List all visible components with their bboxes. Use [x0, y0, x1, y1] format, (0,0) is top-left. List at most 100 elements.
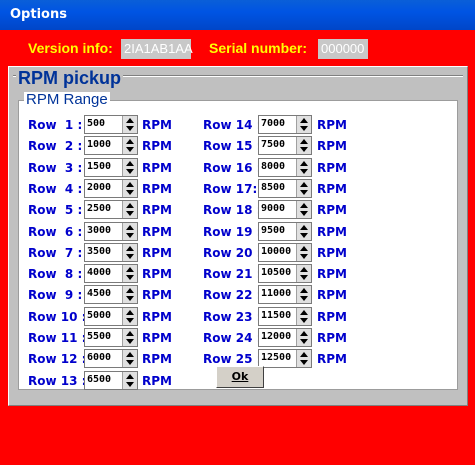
spinner-buttons[interactable] [296, 265, 311, 282]
spin-up-icon[interactable] [126, 203, 134, 208]
spinner-buttons[interactable] [122, 159, 137, 176]
rpm-value-spinner[interactable]: 12500 [258, 349, 312, 368]
spin-down-icon[interactable] [126, 190, 134, 195]
spin-down-icon[interactable] [126, 147, 134, 152]
rpm-value[interactable]: 9000 [261, 203, 285, 214]
rpm-value-spinner[interactable]: 9000 [258, 200, 312, 219]
rpm-value[interactable]: 12500 [261, 352, 291, 363]
rpm-value[interactable]: 3000 [87, 225, 111, 236]
spinner-buttons[interactable] [122, 116, 137, 133]
rpm-value[interactable]: 6500 [87, 374, 111, 385]
rpm-value-spinner[interactable]: 9500 [258, 222, 312, 241]
spin-up-icon[interactable] [126, 352, 134, 357]
spinner-buttons[interactable] [122, 308, 137, 325]
rpm-value-spinner[interactable]: 10500 [258, 264, 312, 283]
rpm-value-spinner[interactable]: 7500 [258, 136, 312, 155]
rpm-value[interactable]: 1500 [87, 161, 111, 172]
rpm-value[interactable]: 4500 [87, 288, 111, 299]
spin-down-icon[interactable] [126, 169, 134, 174]
rpm-value[interactable]: 1000 [87, 139, 111, 150]
spinner-buttons[interactable] [296, 244, 311, 261]
spin-up-icon[interactable] [126, 374, 134, 379]
spin-down-icon[interactable] [300, 147, 308, 152]
spinner-buttons[interactable] [296, 159, 311, 176]
spin-up-icon[interactable] [300, 267, 308, 272]
rpm-value-spinner[interactable]: 2000 [84, 179, 138, 198]
spinner-buttons[interactable] [122, 244, 137, 261]
rpm-value[interactable]: 9500 [261, 225, 285, 236]
rpm-value-spinner[interactable]: 1500 [84, 158, 138, 177]
spinner-buttons[interactable] [296, 308, 311, 325]
rpm-value-spinner[interactable]: 4000 [84, 264, 138, 283]
spinner-buttons[interactable] [296, 223, 311, 240]
rpm-value-spinner[interactable]: 8000 [258, 158, 312, 177]
spin-down-icon[interactable] [126, 254, 134, 259]
spin-down-icon[interactable] [126, 382, 134, 387]
spinner-buttons[interactable] [122, 137, 137, 154]
rpm-value-spinner[interactable]: 6500 [84, 371, 138, 390]
spinner-buttons[interactable] [122, 350, 137, 367]
spin-down-icon[interactable] [300, 126, 308, 131]
spin-down-icon[interactable] [300, 360, 308, 365]
spin-down-icon[interactable] [300, 296, 308, 301]
rpm-value-spinner[interactable]: 5500 [84, 328, 138, 347]
title-bar[interactable]: Options [0, 0, 475, 30]
spin-down-icon[interactable] [300, 211, 308, 216]
rpm-value-spinner[interactable]: 3000 [84, 222, 138, 241]
spin-down-icon[interactable] [300, 339, 308, 344]
spinner-buttons[interactable] [296, 180, 311, 197]
rpm-value[interactable]: 8000 [261, 161, 285, 172]
spin-up-icon[interactable] [126, 267, 134, 272]
spinner-buttons[interactable] [122, 372, 137, 389]
spin-up-icon[interactable] [300, 331, 308, 336]
spin-up-icon[interactable] [300, 118, 308, 123]
rpm-value[interactable]: 7000 [261, 118, 285, 129]
spin-down-icon[interactable] [126, 233, 134, 238]
rpm-value[interactable]: 5500 [87, 331, 111, 342]
spin-up-icon[interactable] [126, 288, 134, 293]
spin-down-icon[interactable] [300, 275, 308, 280]
rpm-value-spinner[interactable]: 8500 [258, 179, 312, 198]
rpm-value[interactable]: 12000 [261, 331, 291, 342]
spin-down-icon[interactable] [126, 126, 134, 131]
rpm-value[interactable]: 3500 [87, 246, 111, 257]
rpm-value-spinner[interactable]: 12000 [258, 328, 312, 347]
rpm-value[interactable]: 7500 [261, 139, 285, 150]
spinner-buttons[interactable] [296, 201, 311, 218]
rpm-value[interactable]: 11500 [261, 310, 291, 321]
spin-up-icon[interactable] [126, 246, 134, 251]
rpm-value[interactable]: 4000 [87, 267, 111, 278]
spin-down-icon[interactable] [126, 275, 134, 280]
rpm-value-spinner[interactable]: 7000 [258, 115, 312, 134]
spin-up-icon[interactable] [126, 118, 134, 123]
rpm-value[interactable]: 11000 [261, 288, 291, 299]
rpm-value[interactable]: 5000 [87, 310, 111, 321]
spin-down-icon[interactable] [126, 360, 134, 365]
rpm-value[interactable]: 2000 [87, 182, 111, 193]
spinner-buttons[interactable] [122, 201, 137, 218]
rpm-value[interactable]: 6000 [87, 352, 111, 363]
spin-up-icon[interactable] [126, 225, 134, 230]
spin-up-icon[interactable] [300, 288, 308, 293]
spin-up-icon[interactable] [126, 182, 134, 187]
rpm-value-spinner[interactable]: 500 [84, 115, 138, 134]
spin-up-icon[interactable] [300, 161, 308, 166]
spin-down-icon[interactable] [126, 339, 134, 344]
spin-up-icon[interactable] [126, 331, 134, 336]
rpm-value[interactable]: 8500 [261, 182, 285, 193]
spinner-buttons[interactable] [122, 286, 137, 303]
rpm-value-spinner[interactable]: 11000 [258, 285, 312, 304]
spinner-buttons[interactable] [296, 137, 311, 154]
spin-up-icon[interactable] [126, 310, 134, 315]
spin-up-icon[interactable] [126, 161, 134, 166]
ok-button[interactable]: Ok [216, 366, 264, 388]
rpm-value-spinner[interactable]: 3500 [84, 243, 138, 262]
spin-down-icon[interactable] [126, 211, 134, 216]
rpm-value[interactable]: 2500 [87, 203, 111, 214]
spinner-buttons[interactable] [296, 116, 311, 133]
rpm-value-spinner[interactable]: 10000 [258, 243, 312, 262]
spin-down-icon[interactable] [300, 233, 308, 238]
spin-down-icon[interactable] [126, 296, 134, 301]
spin-down-icon[interactable] [300, 169, 308, 174]
spin-up-icon[interactable] [300, 246, 308, 251]
